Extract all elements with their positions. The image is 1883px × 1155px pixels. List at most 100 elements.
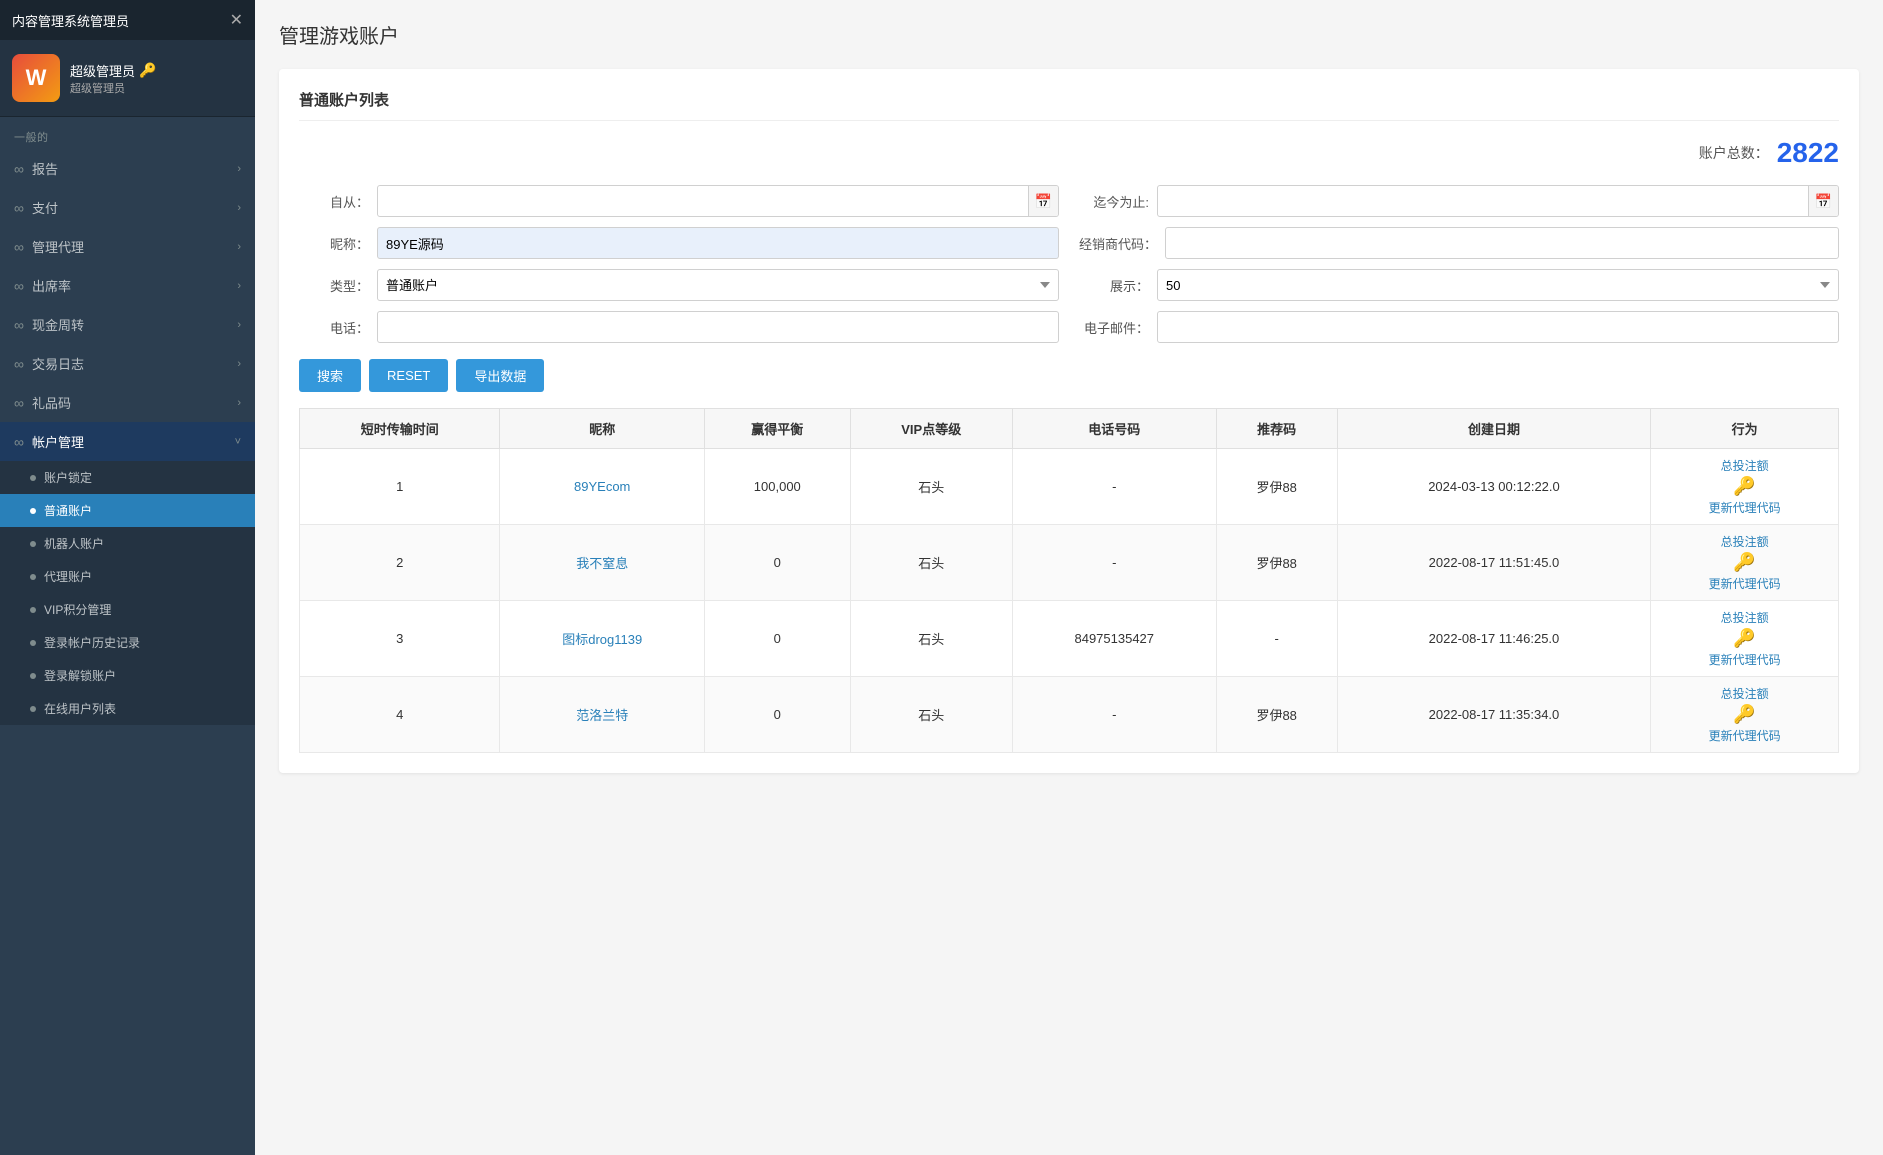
action-update-link[interactable]: 更新代理代码: [1709, 499, 1781, 516]
from-calendar-icon[interactable]: 📅: [1028, 186, 1058, 216]
user-role: 超级管理员: [70, 80, 156, 96]
cell-phone: -: [1012, 449, 1216, 525]
sub-dot-icon: [30, 541, 36, 547]
avatar-text: W: [26, 65, 47, 91]
export-button[interactable]: 导出数据: [456, 359, 544, 392]
nickname-input[interactable]: [377, 227, 1059, 259]
cell-num: 1: [300, 449, 500, 525]
trade-log-icon: ∞: [14, 356, 24, 372]
sidebar-item-label: 现金周转: [32, 315, 84, 334]
action-update-link[interactable]: 更新代理代码: [1709, 727, 1781, 744]
sidebar-item-attendance[interactable]: ∞ 出席率 ›: [0, 266, 255, 305]
cell-num: 3: [300, 601, 500, 677]
search-button[interactable]: 搜索: [299, 359, 361, 392]
data-table: 短时传输时间 昵称 赢得平衡 VIP点等级 电话号码 推荐码 创建日期 行为 1…: [299, 408, 1839, 753]
sub-dot-icon: [30, 607, 36, 613]
sidebar-item-vip-points[interactable]: VIP积分管理: [0, 593, 255, 626]
display-select[interactable]: 50 100 200: [1157, 269, 1839, 301]
cell-nickname: 范洛兰特: [500, 677, 705, 753]
dealer-code-row: 经销商代码：: [1079, 227, 1839, 259]
app-title: 内容管理系统管理员: [12, 11, 129, 30]
cell-vip: 石头: [850, 449, 1012, 525]
cell-vip: 石头: [850, 525, 1012, 601]
chevron-icon: ›: [237, 397, 241, 409]
card-title: 普通账户列表: [299, 89, 1839, 121]
nickname-link[interactable]: 89YEcom: [574, 479, 630, 494]
nickname-label: 昵称：: [299, 234, 369, 253]
sub-dot-icon: [30, 574, 36, 580]
sidebar-item-robot-account[interactable]: 机器人账户: [0, 527, 255, 560]
sub-dot-icon: [30, 706, 36, 712]
nickname-link[interactable]: 我不窒息: [576, 556, 628, 571]
action-update-link[interactable]: 更新代理代码: [1709, 651, 1781, 668]
from-date-input[interactable]: [378, 186, 1028, 216]
account-mgmt-submenu: 账户锁定 普通账户 机器人账户 代理账户 VIP积分管理 登录帐户历史记录 登录…: [0, 461, 255, 725]
display-label: 展示：: [1079, 276, 1149, 295]
action-total-link[interactable]: 总投注额: [1721, 609, 1769, 626]
cell-balance: 0: [705, 677, 851, 753]
sidebar: 内容管理系统管理员 ✕ W 超级管理员 🔑 超级管理员 一般的 ∞ 报告 › ∞…: [0, 0, 255, 1155]
attendance-icon: ∞: [14, 278, 24, 294]
payment-icon: ∞: [14, 200, 24, 216]
email-label: 电子邮件：: [1079, 318, 1149, 337]
manage-agent-icon: ∞: [14, 239, 24, 255]
sidebar-item-login-unlock[interactable]: 登录解锁账户: [0, 659, 255, 692]
close-button[interactable]: ✕: [230, 10, 243, 30]
cell-created: 2022-08-17 11:35:34.0: [1337, 677, 1650, 753]
action-total-link[interactable]: 总投注额: [1721, 457, 1769, 474]
sub-dot-icon: [30, 508, 36, 514]
sub-dot-icon: [30, 640, 36, 646]
dealer-code-label: 经销商代码：: [1079, 234, 1157, 253]
cell-action: 总投注额 🔑 更新代理代码: [1651, 601, 1839, 677]
sidebar-item-account-lock[interactable]: 账户锁定: [0, 461, 255, 494]
sidebar-item-online-users[interactable]: 在线用户列表: [0, 692, 255, 725]
key-icon: 🔑: [1733, 704, 1755, 725]
sidebar-item-agent-account[interactable]: 代理账户: [0, 560, 255, 593]
col-header-num: 短时传输时间: [300, 409, 500, 449]
cell-balance: 0: [705, 601, 851, 677]
to-date-input[interactable]: [1158, 186, 1808, 216]
sidebar-item-payment[interactable]: ∞ 支付 ›: [0, 188, 255, 227]
cell-nickname: 我不窒息: [500, 525, 705, 601]
key-icon: 🔑: [1733, 476, 1755, 497]
total-label: 账户总数：: [1699, 143, 1769, 163]
to-calendar-icon[interactable]: 📅: [1808, 186, 1838, 216]
reset-button[interactable]: RESET: [369, 359, 448, 392]
chevron-icon: ›: [237, 358, 241, 370]
gift-code-icon: ∞: [14, 395, 24, 411]
cell-created: 2022-08-17 11:46:25.0: [1337, 601, 1650, 677]
from-date-wrap: 📅: [377, 185, 1059, 217]
sidebar-item-login-history[interactable]: 登录帐户历史记录: [0, 626, 255, 659]
sidebar-item-trade-log[interactable]: ∞ 交易日志 ›: [0, 344, 255, 383]
chevron-icon: ›: [237, 163, 241, 175]
type-select[interactable]: 普通账户 机器人账户 代理账户: [377, 269, 1059, 301]
user-name: 超级管理员 🔑: [70, 61, 156, 80]
sidebar-item-account-mgmt[interactable]: ∞ 帐户管理 ˅: [0, 422, 255, 461]
chevron-down-icon: ˅: [235, 436, 241, 448]
user-section: W 超级管理员 🔑 超级管理员: [0, 40, 255, 117]
nickname-row: 昵称：: [299, 227, 1059, 259]
dealer-code-input[interactable]: [1165, 227, 1839, 259]
sidebar-item-manage-agent[interactable]: ∞ 管理代理 ›: [0, 227, 255, 266]
action-update-link[interactable]: 更新代理代码: [1709, 575, 1781, 592]
chevron-icon: ›: [237, 241, 241, 253]
cell-nickname: 89YEcom: [500, 449, 705, 525]
to-row: 迄今为止: 📅: [1079, 185, 1839, 217]
nickname-link[interactable]: 范洛兰特: [576, 708, 628, 723]
action-total-link[interactable]: 总投注额: [1721, 533, 1769, 550]
account-mgmt-icon: ∞: [14, 434, 24, 450]
sidebar-item-gift-code[interactable]: ∞ 礼品码 ›: [0, 383, 255, 422]
sidebar-item-label: 报告: [32, 159, 58, 178]
table-row: 4 范洛兰特 0 石头 - 罗伊88 2022-08-17 11:35:34.0…: [300, 677, 1839, 753]
cell-balance: 0: [705, 525, 851, 601]
sidebar-item-reports[interactable]: ∞ 报告 ›: [0, 149, 255, 188]
cell-balance: 100,000: [705, 449, 851, 525]
chevron-icon: ›: [237, 202, 241, 214]
sidebar-item-normal-account[interactable]: 普通账户: [0, 494, 255, 527]
nickname-link[interactable]: 图标drog1139: [562, 632, 642, 647]
sidebar-header: 内容管理系统管理员 ✕: [0, 0, 255, 40]
email-input[interactable]: [1157, 311, 1839, 343]
sidebar-item-cash-flow[interactable]: ∞ 现金周转 ›: [0, 305, 255, 344]
phone-input[interactable]: [377, 311, 1059, 343]
action-total-link[interactable]: 总投注额: [1721, 685, 1769, 702]
